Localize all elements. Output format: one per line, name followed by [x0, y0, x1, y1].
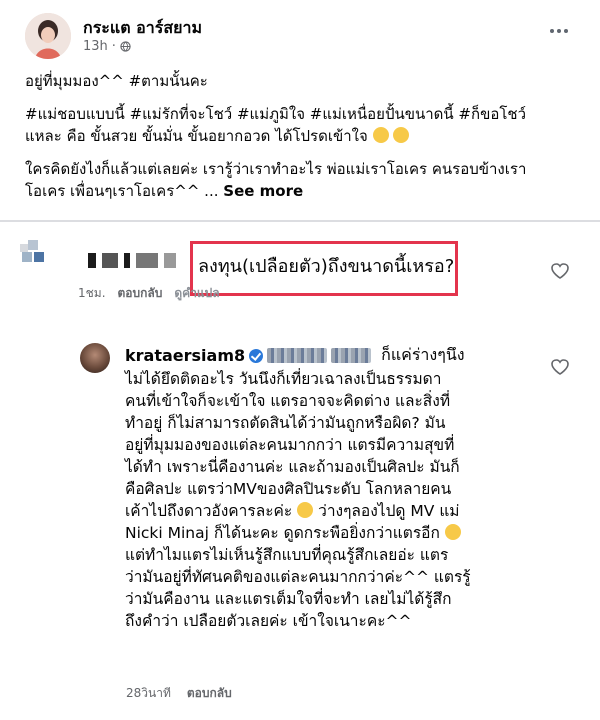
highlight-box — [190, 241, 458, 296]
smiling-emoji-icon — [393, 127, 410, 143]
like-heart-icon[interactable] — [551, 359, 569, 375]
laughing-emoji-icon — [444, 524, 461, 540]
comment2-line: ไม่ได้ยึดติดอะไร วันนึงก็เที่ยวเฉาลงเป็น… — [125, 370, 442, 388]
post-meta: 13h · — [83, 39, 131, 54]
post-text-line3b: โอเคร เพื่อนๆเราโอเคร^^ ... — [25, 182, 219, 200]
mention-obscured[interactable] — [331, 348, 372, 363]
laughing-emoji-icon — [372, 127, 389, 143]
comment2-line: อยู่ที่มุมมองของแต่ละคนมากกว่า แตรมีความ… — [125, 436, 455, 454]
post-hashtags-line-b: แหละ คือ ขั้นสวย ขั้นมั่น ขั้นอยากอวด ได… — [25, 127, 368, 145]
post-author-name[interactable]: กระแต อาร์สยาม — [83, 16, 202, 41]
comment2-reply-button[interactable]: ตอบกลับ — [187, 684, 232, 703]
verified-badge-icon — [249, 348, 264, 363]
comment2-avatar[interactable] — [80, 343, 110, 373]
comment2-line: ว่ามันคืองาน และแตรเต็มใจที่จะทำ เลยไม่ไ… — [125, 590, 452, 608]
globe-icon — [120, 41, 131, 52]
comment2-header: krataersiam8 ก็แค่ร่างๆนึง — [125, 343, 465, 368]
comment2-line: คือศิลปะ แตรว่าMVของศิลปินระดับ โลกหลายค… — [125, 480, 452, 498]
post-text-line1: อยู่ที่มุมมอง^^ #ตามนั้นคะ — [25, 72, 208, 90]
comment2-line: ว่างๆลองไปดู MV แม่ — [318, 502, 460, 520]
comment1-actions: 1ชม. ตอบกลับ ดูคำแปล — [78, 284, 220, 303]
comment2-line: ถึงคำว่า เปลือยตัวเลยค่ะ เข้าใจเนาะคะ^^ — [125, 612, 412, 630]
mention-obscured[interactable] — [267, 348, 328, 363]
post-hashtags: #แม่ชอบแบบนี้ #แม่รักที่จะโชว์ #แม่ภูมิใ… — [25, 103, 585, 147]
divider — [0, 220, 600, 222]
comment2-line: เค้าไปถึงดาวอังคารละค่ะ — [125, 502, 293, 520]
laughing-emoji-icon — [297, 502, 314, 518]
comment2-time[interactable]: 28วินาที — [126, 684, 171, 703]
comment2-line: ว่ามันอยู่ที่ทัศนคติของแต่ละคนมากกว่าค่ะ… — [125, 568, 471, 586]
comment2-line: ได้ทำ เพราะนี่คืองานค่ะ และถ้ามองเป็นศิล… — [125, 458, 460, 476]
comment2-line: Nicki Minaj ก็ได้นะคะ ดูดกระพือยิ่งกว่าแ… — [125, 524, 440, 542]
post-time[interactable]: 13h — [83, 39, 108, 54]
post-hashtags-line-a: #แม่ชอบแบบนี้ #แม่รักที่จะโชว์ #แม่ภูมิใ… — [25, 105, 527, 123]
see-more-link[interactable]: See more — [223, 182, 303, 200]
comment2-line: แต่ทำไมแตรไม่เห็นรู้สึกแบบที่คุณรู้สึกเล… — [125, 546, 449, 564]
post-text-line3a: ใครคิดยังไงก็แล้วแต่เลยค่ะ เรารู้ว่าเราท… — [25, 160, 527, 178]
comment2-text: ไม่ได้ยึดติดอะไร วันนึงก็เที่ยวเฉาลงเป็น… — [125, 368, 565, 632]
comment2-line: ทำอยู่ ก็ไม่สามารถตัดสินได้ว่ามันถูกหรือ… — [125, 414, 446, 432]
comment1-avatar[interactable] — [20, 240, 46, 266]
more-options-icon[interactable] — [548, 24, 570, 38]
author-avatar[interactable] — [25, 13, 71, 59]
comment1-time[interactable]: 1ชม. — [78, 284, 106, 303]
comment2-line-0: ก็แค่ร่างๆนึง — [381, 345, 465, 364]
comment2-actions: 28วินาที ตอบกลับ — [126, 684, 232, 703]
post-text-line3: ใครคิดยังไงก็แล้วแต่เลยค่ะ เรารู้ว่าเราท… — [25, 158, 585, 202]
comment2-line: คนที่เข้าใจก็จะเข้าใจ แตรอาจจะคิดต่าง แล… — [125, 392, 451, 410]
comment1-author-obscured[interactable] — [88, 250, 176, 270]
comment2-author-name[interactable]: krataersiam8 — [125, 346, 245, 365]
comment1-translate-button[interactable]: ดูคำแปล — [174, 284, 219, 303]
post-card: กระแต อาร์สยาม 13h · อยู่ที่มุมมอง^^ #ตา… — [0, 0, 600, 210]
like-heart-icon[interactable] — [551, 263, 569, 279]
comment1-reply-button[interactable]: ตอบกลับ — [118, 284, 163, 303]
